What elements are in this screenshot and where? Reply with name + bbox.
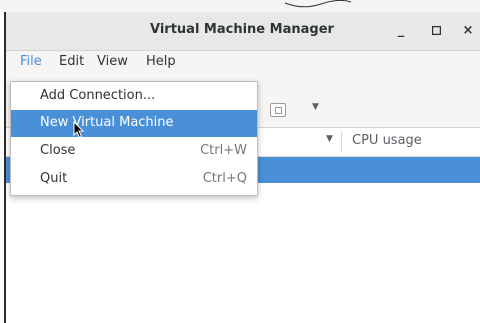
cpu-usage-column-header[interactable]: CPU usage	[352, 133, 422, 148]
menu-edit[interactable]: Edit	[59, 54, 84, 69]
column-divider[interactable]	[341, 131, 342, 153]
maximize-icon	[431, 25, 441, 36]
delete-vm-button[interactable]	[270, 103, 286, 117]
menu-item-shortcut: Ctrl+Q	[202, 171, 247, 186]
menu-item-add-connection[interactable]: Add Connection...	[11, 83, 257, 110]
menu-help[interactable]: Help	[146, 54, 176, 69]
menu-item-label: Add Connection...	[40, 88, 156, 103]
chevron-down-icon[interactable]: ▼	[312, 102, 319, 112]
menu-item-close[interactable]: Close Ctrl+W	[11, 138, 257, 165]
menu-item-shortcut: Ctrl+W	[200, 143, 247, 158]
maximize-button[interactable]	[425, 20, 447, 42]
menu-view[interactable]: View	[97, 54, 128, 69]
close-button[interactable]: ×	[457, 20, 479, 42]
menu-item-quit[interactable]: Quit Ctrl+Q	[11, 166, 257, 193]
menu-item-label: New Virtual Machine	[40, 115, 174, 130]
menu-item-new-virtual-machine[interactable]: New Virtual Machine	[11, 110, 257, 137]
menu-file[interactable]: File	[20, 54, 42, 69]
minimize-button[interactable]: _	[390, 20, 412, 42]
title-bar[interactable]: Virtual Machine Manager _ ×	[6, 12, 480, 51]
file-menu-dropdown: Add Connection... New Virtual Machine Cl…	[10, 81, 258, 196]
mouse-pointer-icon	[73, 120, 85, 143]
window-title: Virtual Machine Manager	[150, 22, 334, 37]
chevron-down-icon[interactable]: ▼	[326, 134, 333, 144]
top-frame	[0, 0, 480, 12]
menu-item-label: Quit	[40, 171, 68, 186]
menu-item-label: Close	[40, 143, 76, 158]
menu-bar: File Edit View Help	[6, 51, 480, 75]
